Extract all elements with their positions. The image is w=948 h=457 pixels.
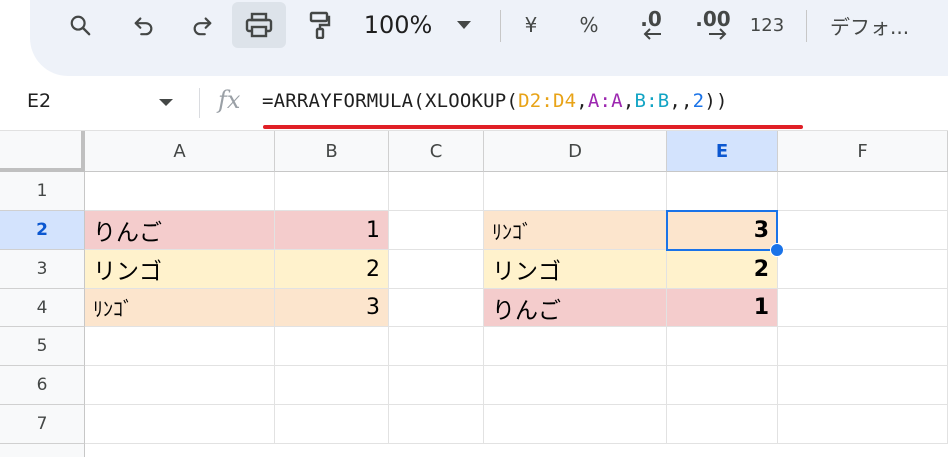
zoom-dropdown-icon[interactable] (452, 0, 476, 50)
cell-b6[interactable] (275, 366, 389, 405)
formula-arg-search-range: A:A (587, 90, 623, 112)
formula-arg-result-range: B:B (634, 90, 670, 112)
cell-f7[interactable] (778, 405, 948, 444)
formula-comma: , (622, 90, 635, 112)
formula-bar-divider (199, 88, 200, 118)
more-formats-label: 123 (749, 14, 785, 36)
increase-decimal-button[interactable]: .00 (688, 0, 738, 50)
decrease-decimal-button[interactable]: .0 (628, 0, 674, 50)
formula-comma: , (576, 90, 588, 112)
paint-format-icon[interactable] (300, 0, 340, 50)
formula-bar: E2 fx =ARRAYFORMULA(XLOOKUP(D2:D4,A:A,B:… (0, 76, 948, 131)
formula-underline-annotation (263, 125, 803, 129)
currency-label: ¥ (524, 13, 538, 37)
cell-d6[interactable] (484, 366, 667, 405)
cell-a1[interactable] (85, 172, 275, 211)
column-header-d[interactable]: D (484, 131, 667, 172)
cell-c7[interactable] (389, 405, 484, 444)
cell-d3[interactable]: リンゴ (484, 250, 667, 289)
toolbar-divider (806, 10, 807, 42)
cell-d4[interactable]: りんご (484, 289, 667, 327)
cell-d2[interactable]: ﾘﾝｺﾞ (484, 211, 667, 250)
column-header-f[interactable]: F (778, 131, 948, 172)
cell-c3[interactable] (389, 250, 484, 289)
cell-e4[interactable]: 1 (667, 289, 778, 327)
column-header-b[interactable]: B (275, 131, 389, 172)
cell-b7[interactable] (275, 405, 389, 444)
column-header-c[interactable]: C (389, 131, 484, 172)
cell-f2[interactable] (778, 211, 948, 250)
cell-f6[interactable] (778, 366, 948, 405)
spreadsheet-grid: A B C D E F 1 2 3 4 5 6 7 りんご 1 ﾘﾝｺﾞ 3 リ… (0, 131, 948, 457)
arrow-left-icon (643, 28, 661, 40)
formula-arg-lookup: D2:D4 (518, 90, 577, 112)
formula-comma: ,, (669, 90, 693, 112)
formula-input[interactable]: =ARRAYFORMULA(XLOOKUP(D2:D4,A:A,B:B,,2)) (262, 90, 728, 112)
formula-function: =ARRAYFORMULA(XLOOKUP( (262, 90, 519, 112)
column-header-a[interactable]: A (85, 131, 275, 172)
cell-b2[interactable]: 1 (275, 211, 389, 250)
cell-c5[interactable] (389, 327, 484, 366)
row-header-3[interactable]: 3 (0, 250, 85, 289)
cell-c1[interactable] (389, 172, 484, 211)
search-icon[interactable] (62, 0, 98, 50)
zoom-value: 100% (363, 11, 433, 39)
more-formats-button[interactable]: 123 (746, 0, 788, 50)
cell-b5[interactable] (275, 327, 389, 366)
cell-f5[interactable] (778, 327, 948, 366)
cell-c2[interactable] (389, 211, 484, 250)
arrow-right-icon (709, 28, 727, 40)
currency-format-button[interactable]: ¥ (516, 0, 546, 50)
name-box[interactable]: E2 (27, 90, 51, 112)
cell-f3[interactable] (778, 250, 948, 289)
name-box-dropdown-icon[interactable] (159, 99, 173, 106)
cell-a6[interactable] (85, 366, 275, 405)
cell-d1[interactable] (484, 172, 667, 211)
cell-d7[interactable] (484, 405, 667, 444)
fx-icon: fx (218, 86, 241, 114)
cell-b3[interactable]: 2 (275, 250, 389, 289)
select-all-corner[interactable] (0, 131, 85, 172)
cell-e1[interactable] (667, 172, 778, 211)
row-header-7[interactable]: 7 (0, 405, 85, 444)
cell-a3[interactable]: リンゴ (85, 250, 275, 289)
cell-e2[interactable]: 3 (667, 211, 778, 250)
print-icon[interactable] (232, 2, 286, 48)
font-label: デフォ... (830, 14, 910, 39)
cell-a2[interactable]: りんご (85, 211, 275, 250)
cell-a7[interactable] (85, 405, 275, 444)
toolbar-divider (500, 10, 501, 42)
formula-arg-match-mode: 2 (692, 90, 705, 112)
row-header-6[interactable]: 6 (0, 366, 85, 405)
cell-f1[interactable] (778, 172, 948, 211)
cell-a4[interactable]: ﾘﾝｺﾞ (85, 289, 275, 327)
font-select[interactable]: デフォ... (830, 0, 940, 50)
redo-icon[interactable] (184, 0, 220, 50)
zoom-select[interactable]: 100% (360, 0, 436, 50)
cell-b1[interactable] (275, 172, 389, 211)
cell-b4[interactable]: 3 (275, 289, 389, 327)
cell-d5[interactable] (484, 327, 667, 366)
cell-a5[interactable] (85, 327, 275, 366)
row-header-4[interactable]: 4 (0, 289, 85, 327)
cell-f4[interactable] (778, 289, 948, 327)
column-header-e[interactable]: E (667, 131, 778, 172)
fill-handle[interactable] (770, 243, 784, 257)
percent-label: % (579, 13, 599, 37)
row-header-2[interactable]: 2 (0, 211, 85, 250)
row-header-1[interactable]: 1 (0, 172, 85, 211)
cell-e7[interactable] (667, 405, 778, 444)
cell-c6[interactable] (389, 366, 484, 405)
row-header-5[interactable]: 5 (0, 327, 85, 366)
undo-icon[interactable] (126, 0, 162, 50)
toolbar (30, 0, 948, 76)
cell-e3[interactable]: 2 (667, 250, 778, 289)
formula-close: )) (704, 90, 728, 112)
row-header-8[interactable] (0, 444, 85, 457)
cell-e6[interactable] (667, 366, 778, 405)
cell-c4[interactable] (389, 289, 484, 327)
percent-format-button[interactable]: % (574, 0, 604, 50)
cell-e5[interactable] (667, 327, 778, 366)
